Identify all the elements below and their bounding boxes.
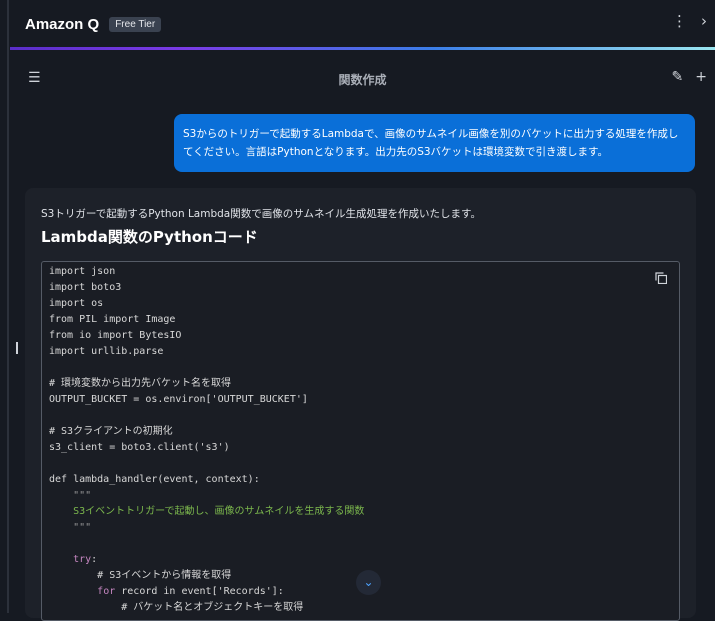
plus-icon[interactable]: + xyxy=(695,69,707,85)
code-token: # バケット名とオブジェクトキーを取得 xyxy=(49,602,304,613)
code-line: S3イベントトリガーで起動し、画像のサムネイルを生成する関数 xyxy=(49,504,672,520)
code-token: from PIL import Image xyxy=(49,314,176,325)
code-line: s3_client = boto3.client('s3') xyxy=(49,440,672,456)
code-token: for xyxy=(97,586,116,597)
code-token: import boto3 xyxy=(49,282,122,293)
assistant-response: S3トリガーで起動するPython Lambda関数で画像のサムネイル生成処理を… xyxy=(25,188,696,621)
code-token: S3イベントトリガーで起動し、画像のサムネイルを生成する関数 xyxy=(49,506,365,517)
code-token: OUTPUT_BUCKET = os.environ['OUTPUT_BUCKE… xyxy=(49,394,308,405)
resize-handle[interactable] xyxy=(16,342,18,354)
code-token: import urllib.parse xyxy=(49,346,164,357)
code-line: try: xyxy=(49,552,672,568)
response-intro: S3トリガーで起動するPython Lambda関数で画像のサムネイル生成処理を… xyxy=(41,208,481,220)
response-heading: Lambda関数のPythonコード xyxy=(41,228,258,246)
code-line: """ xyxy=(49,488,672,504)
code-token: import os xyxy=(49,298,104,309)
user-message: S3からのトリガーで起動するLambdaで、画像のサムネイル画像を別のバケットに… xyxy=(174,114,695,172)
chevron-right-icon[interactable]: › xyxy=(701,12,707,30)
gradient-divider xyxy=(10,47,715,50)
code-token: : xyxy=(91,554,98,565)
code-line: import boto3 xyxy=(49,280,672,296)
code-token: try xyxy=(73,554,92,565)
conversation-header: ☰ 関数作成 ✎ + xyxy=(10,64,715,94)
code-line: def lambda_handler(event, context): xyxy=(49,472,672,488)
code-token: # S3イベントから情報を取得 xyxy=(49,570,232,581)
top-bar: Amazon Q Free Tier xyxy=(10,0,715,48)
code-line: import json xyxy=(49,264,672,280)
code-line: import urllib.parse xyxy=(49,344,672,360)
app-title: Amazon Q xyxy=(25,15,100,33)
tier-badge: Free Tier xyxy=(109,16,162,32)
code-token: # S3クライアントの初期化 xyxy=(49,426,173,437)
code-token: # 環境変数から出力先バケット名を取得 xyxy=(49,378,232,389)
chevron-down-icon: ⌄ xyxy=(363,575,374,589)
code-line: from PIL import Image xyxy=(49,312,672,328)
conversation-title: 関数作成 xyxy=(338,73,387,87)
pencil-icon[interactable]: ✎ xyxy=(672,69,684,85)
code-line: # 環境変数から出力先バケット名を取得 xyxy=(49,376,672,392)
code-token: from io import BytesIO xyxy=(49,330,182,341)
code-token: s3_client = boto3.client('s3') xyxy=(49,442,230,453)
code-block: import json import boto3 import os from PIL… xyxy=(41,261,680,621)
code-token: def lambda_handler(event, context): xyxy=(49,474,260,485)
code-line: import os xyxy=(49,296,672,312)
code-line: """ xyxy=(49,520,672,536)
code-token: import json xyxy=(49,266,116,277)
code-line: # バケット名とオブジェクトキーを取得 xyxy=(49,600,672,616)
copy-icon[interactable] xyxy=(655,272,667,284)
code-line: OUTPUT_BUCKET = os.environ['OUTPUT_BUCKE… xyxy=(49,392,672,408)
panel-border xyxy=(7,0,9,613)
code-token: """ xyxy=(73,522,92,533)
code-token: """ xyxy=(73,490,92,501)
more-options-icon[interactable]: ⋮ xyxy=(672,12,687,30)
code-token: record in event['Records']: xyxy=(115,586,284,597)
code-line: from io import BytesIO xyxy=(49,328,672,344)
code-line: # S3クライアントの初期化 xyxy=(49,424,672,440)
scroll-down-button[interactable]: ⌄ xyxy=(356,570,381,595)
